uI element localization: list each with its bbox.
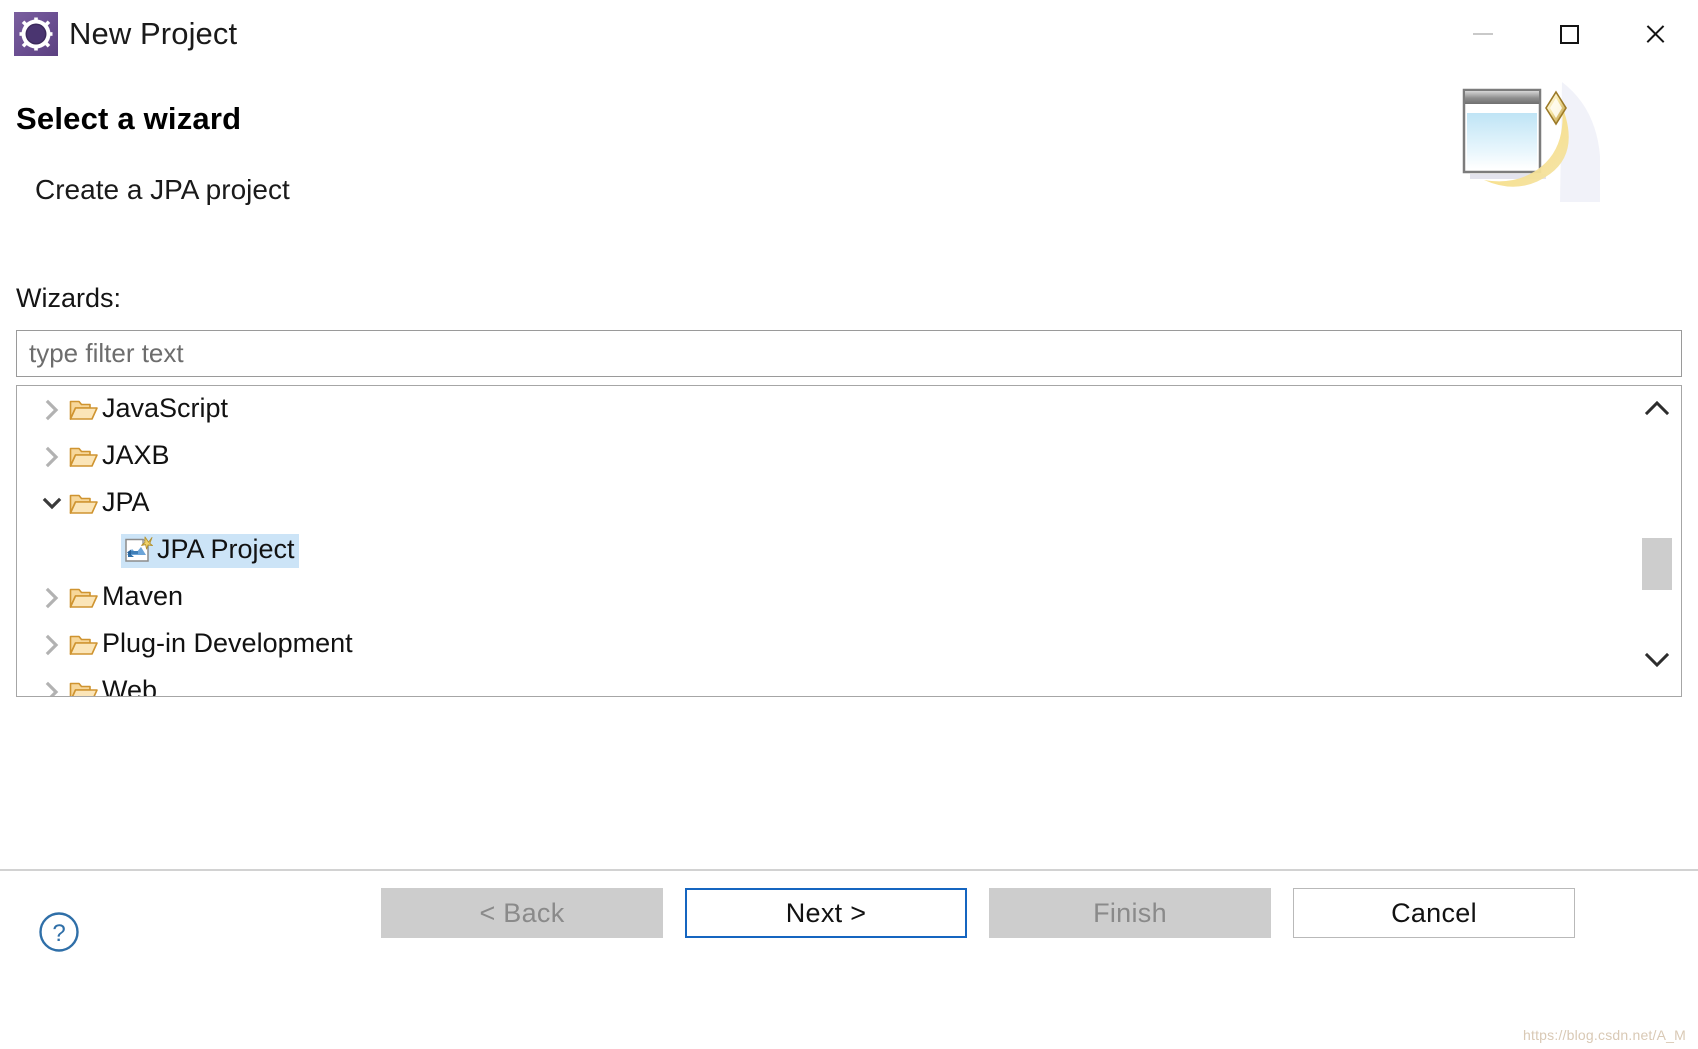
filter-field-wrapper[interactable] xyxy=(16,330,1682,377)
project-gear-icon xyxy=(14,12,58,56)
help-button[interactable]: ? xyxy=(38,911,80,953)
scrollbar-thumb[interactable] xyxy=(1642,538,1672,590)
wizard-footer: ? < Back Next > Finish Cancel https://bl… xyxy=(0,869,1698,1049)
tree-item-maven[interactable]: Maven xyxy=(17,574,1633,621)
wizard-window-sparkle-icon xyxy=(1450,82,1600,202)
close-button[interactable] xyxy=(1612,0,1698,68)
title-bar-left: New Project xyxy=(14,12,237,56)
tree-item-jaxb[interactable]: JAXB xyxy=(17,433,1633,480)
tree-item-label: Maven xyxy=(102,581,184,611)
help-question-icon: ? xyxy=(38,912,80,957)
tree-item-label: JavaScript xyxy=(102,393,229,423)
chevron-down-icon[interactable] xyxy=(35,493,69,515)
folder-icon xyxy=(69,445,99,469)
svg-text:?: ? xyxy=(52,920,65,947)
jpa-project-icon xyxy=(123,536,153,564)
wizard-body: Wizards: JavaScript xyxy=(0,254,1698,869)
tree-rows: JavaScript JAXB JPA JPA Project Maven Pl… xyxy=(17,386,1633,696)
tree-item-label: JAXB xyxy=(102,440,170,470)
finish-button[interactable]: Finish xyxy=(989,888,1271,938)
cancel-button[interactable]: Cancel xyxy=(1293,888,1575,938)
wizard-button-row: < Back Next > Finish Cancel xyxy=(381,888,1575,938)
folder-icon xyxy=(69,492,99,516)
page-title: Select a wizard xyxy=(16,101,242,136)
chevron-right-icon[interactable] xyxy=(35,680,69,696)
tree-item-javascript[interactable]: JavaScript xyxy=(17,386,1633,433)
folder-icon xyxy=(69,586,99,610)
chevron-right-icon[interactable] xyxy=(35,633,69,657)
tree-item-label: Plug-in Development xyxy=(102,628,353,658)
next-button[interactable]: Next > xyxy=(685,888,967,938)
page-subtitle: Create a JPA project xyxy=(35,174,290,205)
wizards-tree[interactable]: JavaScript JAXB JPA JPA Project Maven Pl… xyxy=(16,385,1682,697)
scroll-down-button[interactable] xyxy=(1633,640,1681,684)
folder-icon xyxy=(69,398,99,422)
chevron-down-icon xyxy=(1642,649,1672,676)
watermark: https://blog.csdn.net/A_M xyxy=(1523,1027,1686,1043)
back-button[interactable]: < Back xyxy=(381,888,663,938)
scroll-up-button[interactable] xyxy=(1633,388,1681,432)
vertical-scrollbar[interactable] xyxy=(1633,386,1681,696)
maximize-icon xyxy=(1559,24,1579,44)
window-title: New Project xyxy=(69,16,238,51)
search-input[interactable] xyxy=(27,337,1681,370)
maximize-button[interactable] xyxy=(1526,0,1612,68)
tree-item-label: JPA xyxy=(102,487,150,517)
close-icon xyxy=(1644,23,1666,45)
tree-item-label: Web xyxy=(102,675,158,697)
wizards-label: Wizards: xyxy=(16,283,122,313)
footer-divider xyxy=(0,869,1698,871)
title-bar: New Project xyxy=(0,0,1698,68)
tree-item-plug-in-development[interactable]: Plug-in Development xyxy=(17,621,1633,668)
status-badge: JPA Project xyxy=(121,533,299,568)
chevron-up-icon xyxy=(1642,397,1672,424)
tree-item-jpa-project[interactable]: JPA Project xyxy=(17,527,1633,574)
folder-icon xyxy=(69,633,99,657)
window-controls xyxy=(1440,0,1698,68)
minimize-button[interactable] xyxy=(1440,0,1526,68)
tree-item-web[interactable]: Web xyxy=(17,668,1633,696)
wizard-header: Select a wizard Create a JPA project xyxy=(0,68,1698,322)
minimize-icon xyxy=(1473,33,1493,35)
chevron-right-icon[interactable] xyxy=(35,445,69,469)
chevron-right-icon[interactable] xyxy=(35,398,69,422)
chevron-right-icon[interactable] xyxy=(35,586,69,610)
folder-icon xyxy=(69,680,99,696)
tree-item-label: JPA Project xyxy=(157,533,295,564)
tree-item-jpa[interactable]: JPA xyxy=(17,480,1633,527)
